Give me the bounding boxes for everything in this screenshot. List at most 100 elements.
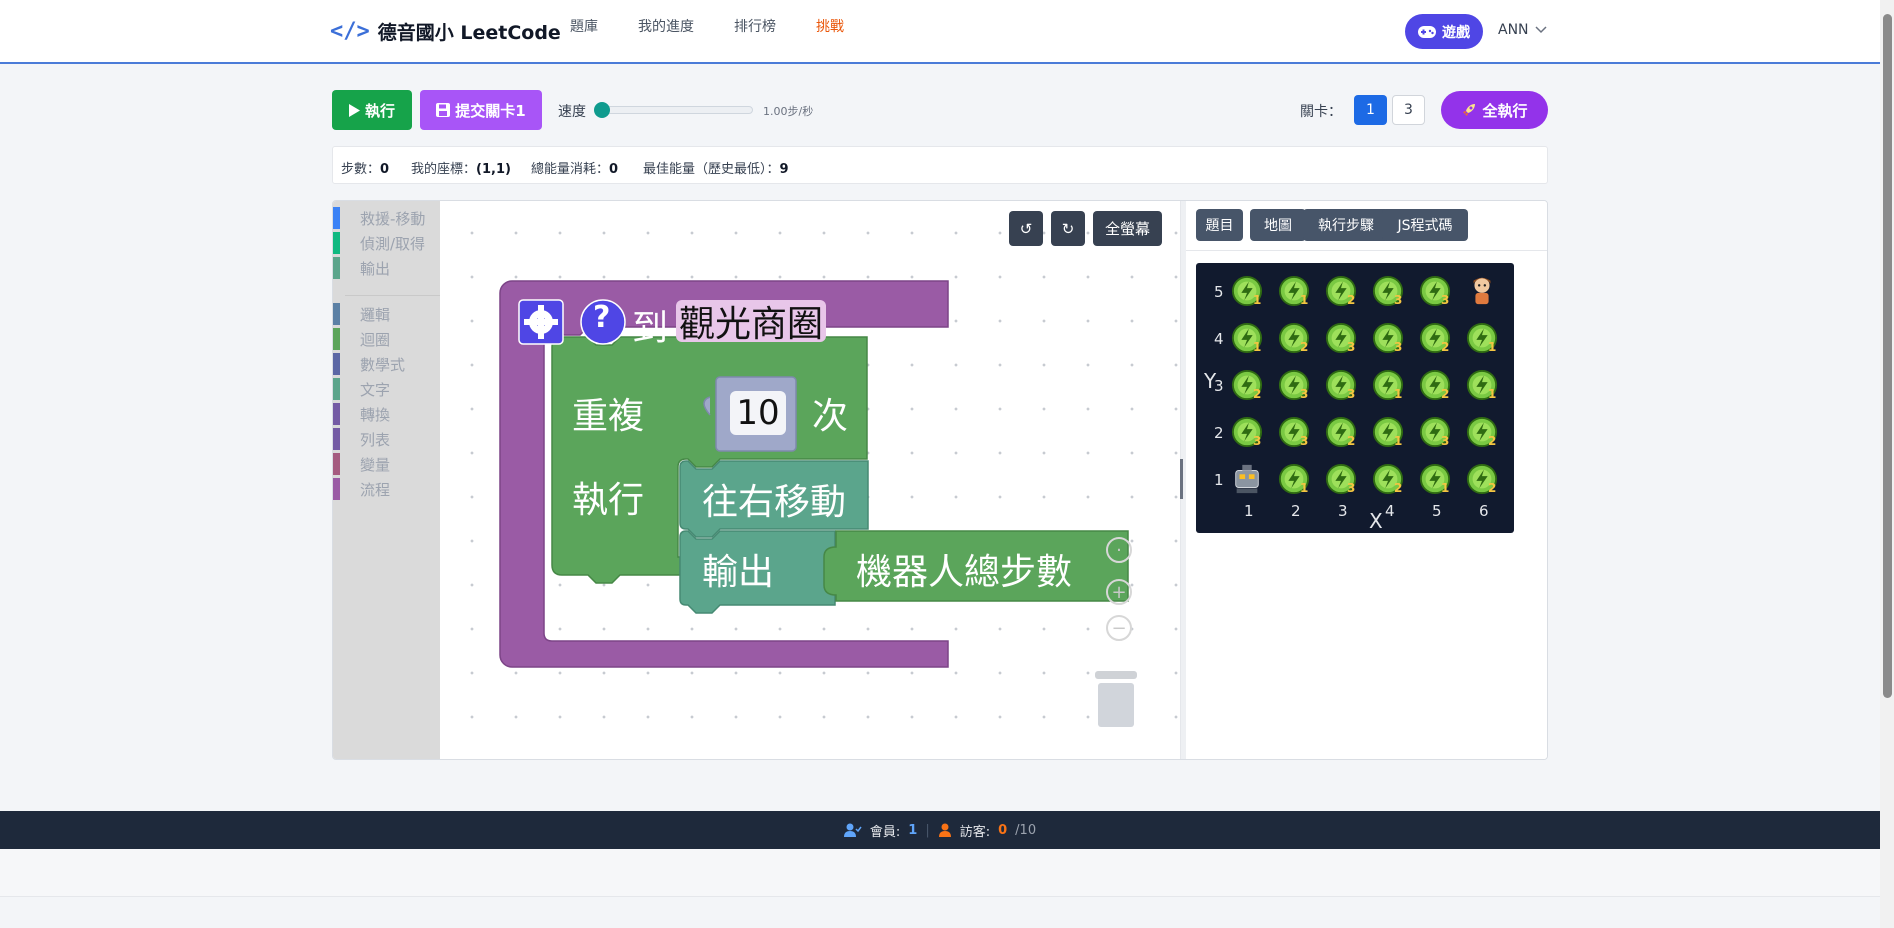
tab-js-code[interactable]: JS程式碼	[1382, 209, 1468, 241]
run-button-label: 執行	[364, 101, 395, 120]
map-y-tick: 2	[1214, 424, 1224, 442]
energy-cost-label: 2	[1347, 434, 1356, 448]
splitter-handle[interactable]	[1180, 459, 1183, 499]
submit-level-label: 提交關卡1	[455, 101, 526, 120]
block-canvas[interactable]: ↺ ↻ 全螢幕 ? 到 觀光商圈 重複 10 次 執行 往右移動 輸出 機器人總…	[440, 201, 1180, 759]
map-x-tick: 5	[1432, 502, 1442, 520]
footer-separator: |	[925, 822, 930, 838]
move-right-label[interactable]: 往右移動	[702, 473, 846, 525]
submit-level-button[interactable]: 提交關卡1	[420, 90, 542, 130]
repeat-label: 重複	[572, 396, 645, 437]
run-all-label: 全執行	[1482, 101, 1528, 120]
nav-link-progress[interactable]: 我的進度	[638, 16, 694, 36]
save-icon	[436, 103, 451, 117]
map-y-tick: 5	[1214, 283, 1224, 301]
gamepad-icon	[1418, 25, 1436, 38]
map-y-tick: 1	[1214, 471, 1224, 489]
procedure-name-field[interactable]: 觀光商圈	[676, 300, 826, 345]
member-label: 會員:	[869, 824, 901, 840]
toolbox-category-lists[interactable]: 列表	[333, 428, 390, 450]
level-button-1[interactable]: 1	[1354, 95, 1387, 125]
page-scrollbar-thumb[interactable]	[1883, 14, 1892, 698]
run-all-button[interactable]: 全執行	[1441, 91, 1548, 129]
toolbox-category-logic[interactable]: 邏輯	[333, 303, 390, 325]
toolbox-category-output[interactable]: 輸出	[333, 257, 390, 279]
energy-cost-label: 2	[1347, 293, 1356, 307]
tab-map[interactable]: 地圖	[1250, 209, 1306, 241]
panel-tabs: 題目 地圖 執行步驟 JS程式碼	[1186, 201, 1547, 251]
total-steps-label[interactable]: 機器人總步數	[856, 543, 1072, 595]
toolbox-category-variables[interactable]: 變量	[333, 453, 390, 475]
speed-label: 速度	[558, 104, 586, 120]
stat-steps: 步數：0	[341, 162, 390, 177]
footer: 會員: 1 | 訪客: 0 /10	[0, 811, 1880, 849]
energy-cost-label: 3	[1300, 434, 1309, 448]
game-map: Y X 543211234561123312332123312133213213…	[1196, 263, 1514, 533]
energy-cost-label: 3	[1253, 434, 1262, 448]
toolbox-category-procedures[interactable]: 流程	[333, 478, 390, 500]
rescue-target-icon	[1473, 277, 1491, 305]
energy-cost-label: 2	[1300, 340, 1309, 354]
energy-cost-label: 1	[1394, 387, 1403, 401]
map-y-tick: 4	[1214, 330, 1224, 348]
toolbox-category-rescue-move[interactable]: 救援-移動	[333, 207, 425, 229]
speed-value: 1.00步/秒	[763, 105, 814, 118]
zoom-out-control[interactable]: −	[1106, 615, 1132, 641]
brand-logo[interactable]: </> 德音國小 LeetCode	[330, 18, 561, 45]
energy-cost-label: 1	[1300, 481, 1309, 495]
energy-cost-label: 3	[1347, 387, 1356, 401]
output-label[interactable]: 輸出	[702, 543, 774, 595]
map-y-tick: 3	[1214, 377, 1224, 395]
code-icon: </>	[330, 19, 370, 44]
game-button[interactable]: 遊戲	[1405, 14, 1483, 49]
nav-link-problems[interactable]: 題庫	[570, 16, 598, 36]
toolbox-category-sense[interactable]: 偵測/取得	[333, 232, 425, 254]
toolbox-divider	[345, 295, 440, 296]
energy-cost-label: 3	[1394, 340, 1403, 354]
brand-name: 德音國小 LeetCode	[377, 22, 561, 44]
energy-cost-label: 3	[1300, 387, 1309, 401]
map-x-tick: 2	[1291, 502, 1301, 520]
zoom-in-control[interactable]: +	[1106, 579, 1132, 605]
member-count: 1	[908, 822, 918, 838]
energy-cost-label: 1	[1253, 293, 1262, 307]
map-x-tick: 1	[1244, 502, 1254, 520]
run-button[interactable]: 執行	[332, 90, 412, 130]
times-label: 次	[812, 396, 849, 437]
help-icon-glyph[interactable]: ?	[593, 300, 610, 335]
trash-icon[interactable]	[1095, 671, 1137, 727]
gear-icon	[518, 299, 564, 345]
tab-problem[interactable]: 題目	[1196, 209, 1243, 241]
do-label: 執行	[572, 480, 645, 521]
toolbox-category-math[interactable]: 數學式	[333, 353, 405, 375]
tab-exec-steps[interactable]: 執行步驟	[1303, 209, 1389, 241]
member-icon	[843, 823, 862, 837]
right-panel: 題目 地圖 執行步驟 JS程式碼 Y X 5432112345611233123…	[1186, 201, 1547, 759]
visitor-max: /10	[1015, 822, 1037, 838]
level-button-3[interactable]: 3	[1392, 95, 1425, 125]
page-bottom	[0, 849, 1880, 897]
zoom-reset-control[interactable]: ·	[1106, 537, 1132, 563]
visitor-count: 0	[998, 822, 1008, 838]
repeat-count-field[interactable]: 10	[730, 391, 786, 435]
energy-cost-label: 3	[1394, 293, 1403, 307]
play-icon	[348, 103, 360, 117]
energy-cost-label: 3	[1441, 293, 1450, 307]
speed-slider-handle[interactable]	[594, 102, 610, 118]
visitor-label: 訪客:	[959, 824, 991, 840]
energy-cost-label: 3	[1441, 434, 1450, 448]
stat-energy: 總能量消耗：0	[531, 162, 619, 177]
speed-slider[interactable]	[598, 106, 753, 114]
energy-cost-label: 1	[1253, 340, 1262, 354]
stats-bar: 步數：0 我的座標：(1,1) 總能量消耗：0 最佳能量（歷史最低）：9	[332, 146, 1548, 184]
toolbox-category-loops[interactable]: 迴圈	[333, 328, 390, 350]
nav-link-leaderboard[interactable]: 排行榜	[734, 16, 776, 36]
toolbox-category-convert[interactable]: 轉換	[333, 403, 390, 425]
energy-cost-label: 2	[1488, 481, 1497, 495]
rocket-icon	[1463, 104, 1476, 116]
toolbox-category-text[interactable]: 文字	[333, 378, 390, 400]
nav-link-challenge[interactable]: 挑戰	[816, 16, 844, 36]
user-menu[interactable]: ANN	[1498, 22, 1547, 38]
energy-cost-label: 2	[1394, 481, 1403, 495]
energy-cost-label: 1	[1441, 481, 1450, 495]
